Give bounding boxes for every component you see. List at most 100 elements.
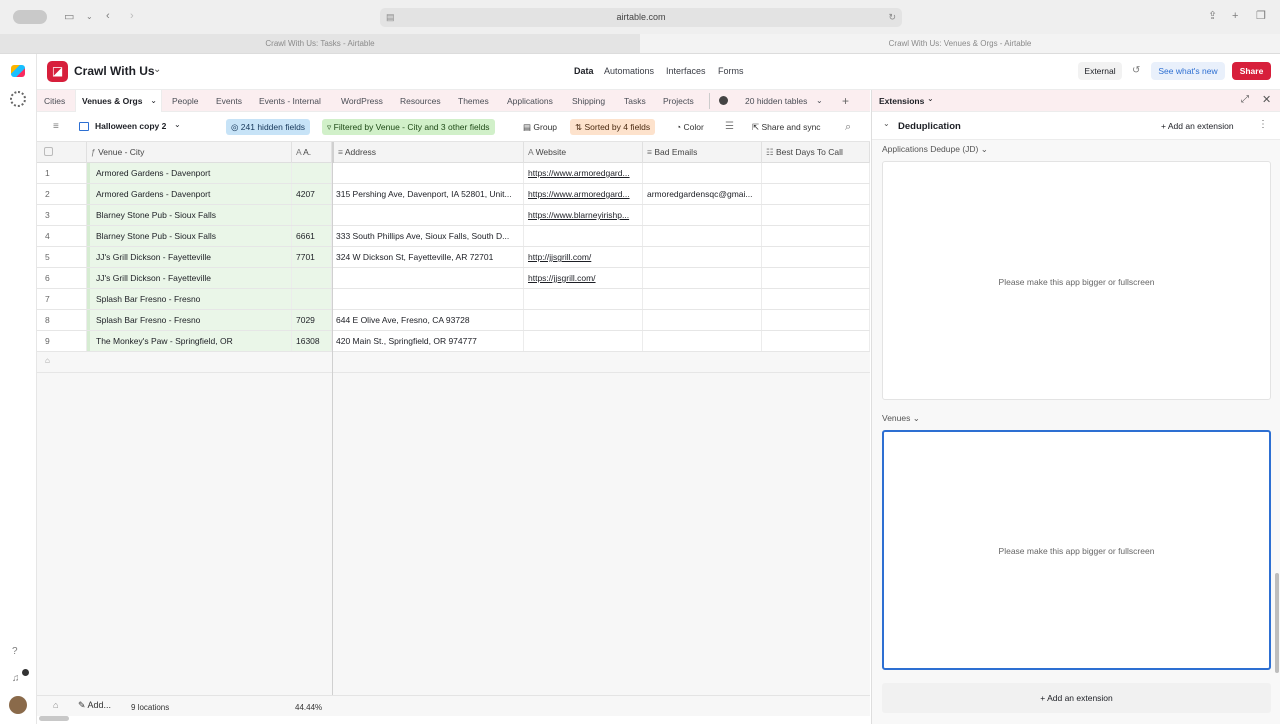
dashboard-title[interactable]: Deduplication — [898, 121, 961, 132]
cell-a[interactable]: 16308 — [292, 331, 332, 351]
cell-bad-emails[interactable] — [643, 205, 762, 225]
chevron-down-icon[interactable]: ⌄ — [174, 120, 181, 129]
tab-events-internal[interactable]: Events - Internal — [259, 90, 321, 112]
add-menu-icon[interactable]: ⌂ — [53, 700, 58, 710]
chevron-down-icon[interactable]: ⌄ — [816, 90, 823, 112]
add-table-icon[interactable]: + — [842, 90, 849, 112]
cell-address[interactable] — [332, 163, 524, 183]
table-row[interactable]: 7 Splash Bar Fresno - Fresno — [37, 289, 870, 310]
chevron-down-icon[interactable]: ⌄ — [981, 144, 988, 154]
cell-a[interactable] — [292, 163, 332, 183]
tab-shipping[interactable]: Shipping — [572, 90, 605, 112]
cell-venue-city[interactable]: Splash Bar Fresno - Fresno — [87, 310, 292, 330]
table-row[interactable]: 8 Splash Bar Fresno - Fresno 7029 644 E Oli… — [37, 310, 870, 331]
home-logo-icon[interactable] — [11, 65, 25, 77]
tab-events[interactable]: Events — [216, 90, 242, 112]
tab-projects[interactable]: Projects — [663, 90, 694, 112]
table-row[interactable]: 1 Armored Gardens - Davenport https://www.… — [37, 163, 870, 184]
tab-wordpress[interactable]: WordPress — [341, 90, 383, 112]
tab-themes[interactable]: Themes — [458, 90, 489, 112]
tab-overview-icon[interactable]: ❐ — [1256, 9, 1266, 23]
address-bar[interactable]: ▤ airtable.com ↻ — [380, 8, 902, 27]
tab-tasks[interactable]: Tasks — [624, 90, 646, 112]
hamburger-menu-icon[interactable]: ≡ — [53, 120, 59, 134]
browser-tab[interactable]: Crawl With Us: Tasks - Airtable — [0, 34, 640, 53]
table-row[interactable]: 9 The Monkey's Paw - Springfield, OR 16308… — [37, 331, 870, 352]
base-logo-icon[interactable]: ◪ — [47, 61, 68, 82]
cell-bad-emails[interactable] — [643, 163, 762, 183]
cell-website[interactable] — [524, 331, 643, 351]
cell-bad-emails[interactable] — [643, 268, 762, 288]
cell-website[interactable]: https://www.armoredgard... — [524, 163, 643, 183]
reload-icon[interactable]: ↻ — [888, 8, 896, 27]
cell-a[interactable]: 7029 — [292, 310, 332, 330]
panel-scrollbar[interactable] — [1275, 573, 1279, 673]
cell-website[interactable]: https://www.armoredgard... — [524, 184, 643, 204]
sidebar-toggle-button[interactable] — [13, 10, 47, 24]
nav-interfaces[interactable]: Interfaces — [666, 66, 706, 76]
cell-address[interactable]: 333 South Phillips Ave, Sioux Falls, Sou… — [332, 226, 524, 246]
cell-address[interactable]: 324 W Dickson St, Fayetteville, AR 72701 — [332, 247, 524, 267]
cell-venue-city[interactable]: Blarney Stone Pub - Sioux Falls — [87, 226, 292, 246]
cell-bad-emails[interactable]: armoredgardensqc@gmai... — [643, 184, 762, 204]
view-name[interactable]: Halloween copy 2 — [95, 121, 166, 131]
cell-best-days[interactable] — [762, 184, 870, 204]
sort-button[interactable]: ⇅ Sorted by 4 fields — [570, 119, 656, 135]
external-button[interactable]: External — [1078, 62, 1122, 80]
cell-best-days[interactable] — [762, 163, 870, 183]
cell-best-days[interactable] — [762, 247, 870, 267]
cell-website[interactable] — [524, 310, 643, 330]
share-sync-button[interactable]: ⇱ Share and sync — [747, 119, 826, 135]
cell-best-days[interactable] — [762, 268, 870, 288]
cell-website[interactable] — [524, 289, 643, 309]
cell-best-days[interactable] — [762, 289, 870, 309]
table-row[interactable]: 5 JJ's Grill Dickson - Fayetteville 7701 32… — [37, 247, 870, 268]
column-header-best-days[interactable]: ☷ Best Days To Call — [762, 142, 870, 163]
summary-percent[interactable]: 44.44% — [295, 703, 322, 712]
sidebar-icon[interactable]: ▭ — [64, 10, 74, 24]
help-icon[interactable]: ? — [12, 645, 18, 659]
add-row-icon[interactable]: ⌂ — [45, 356, 50, 365]
cell-address[interactable]: 644 E Olive Ave, Fresno, CA 93728 — [332, 310, 524, 330]
forward-icon[interactable]: › — [130, 9, 134, 23]
cell-best-days[interactable] — [762, 205, 870, 225]
hidden-fields-button[interactable]: ◎ 241 hidden fields — [226, 119, 311, 135]
cell-website[interactable]: https://www.blarneyirishp... — [524, 205, 643, 225]
chevron-down-icon[interactable]: ⌄ — [913, 413, 920, 423]
collapse-chevron-icon[interactable]: ⌄ — [883, 119, 890, 128]
tab-applications[interactable]: Applications — [507, 90, 553, 112]
new-tab-icon[interactable]: + — [1232, 9, 1238, 23]
cell-bad-emails[interactable] — [643, 247, 762, 267]
cell-a[interactable]: 7701 — [292, 247, 332, 267]
share-icon[interactable]: ⇪ — [1208, 9, 1217, 23]
close-icon[interactable]: ✕ — [1262, 93, 1271, 106]
whats-new-button[interactable]: See what's new — [1151, 62, 1225, 80]
hidden-tables-button[interactable]: 20 hidden tables — [745, 90, 807, 112]
hidden-tables-icon[interactable] — [719, 96, 728, 105]
group-button[interactable]: ▤ Group — [518, 119, 562, 135]
cell-venue-city[interactable]: JJ's Grill Dickson - Fayetteville — [87, 247, 292, 267]
cell-venue-city[interactable]: Blarney Stone Pub - Sioux Falls — [87, 205, 292, 225]
back-icon[interactable]: ‹ — [106, 9, 110, 23]
chevron-down-icon[interactable]: ⌄ — [150, 90, 157, 112]
cell-address[interactable]: 315 Pershing Ave, Davenport, IA 52801, U… — [332, 184, 524, 204]
cell-a[interactable]: 4207 — [292, 184, 332, 204]
cell-venue-city[interactable]: The Monkey's Paw - Springfield, OR — [87, 331, 292, 351]
horizontal-scrollbar[interactable] — [39, 716, 69, 721]
chevron-down-icon[interactable]: ⌄ — [153, 64, 161, 75]
search-icon[interactable]: ⌕ — [845, 120, 851, 134]
table-row[interactable]: 3 Blarney Stone Pub - Sioux Falls https://… — [37, 205, 870, 226]
select-all-checkbox[interactable] — [37, 142, 87, 163]
cell-website[interactable]: http://jjsgrill.com/ — [524, 247, 643, 267]
column-header-website[interactable]: A Website — [524, 142, 643, 163]
cell-a[interactable] — [292, 268, 332, 288]
tab-cities[interactable]: Cities — [44, 90, 65, 112]
tab-venues-orgs[interactable]: Venues & Orgs ⌄ — [75, 90, 162, 112]
cell-venue-city[interactable]: Splash Bar Fresno - Fresno — [87, 289, 292, 309]
column-header-venue-city[interactable]: ƒ Venue - City — [87, 142, 292, 163]
chevron-down-icon[interactable]: ⌄ — [86, 10, 93, 24]
chevron-down-icon[interactable]: ⌄ — [927, 94, 934, 103]
expand-icon[interactable]: ⤢ — [1241, 94, 1249, 105]
tab-resources[interactable]: Resources — [400, 90, 441, 112]
cell-bad-emails[interactable] — [643, 289, 762, 309]
